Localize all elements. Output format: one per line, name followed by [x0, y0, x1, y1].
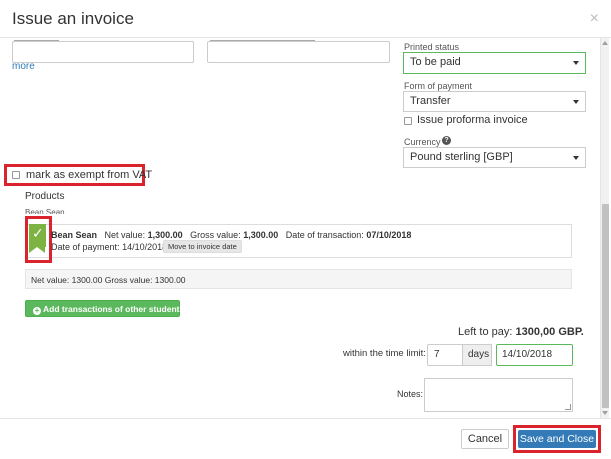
- scroll-down-icon[interactable]: [602, 411, 608, 415]
- net-value-label: Net value:: [104, 230, 146, 240]
- net-value: 1,300.00: [147, 230, 183, 240]
- chevron-down-icon: [573, 156, 579, 160]
- payment-date-label: Date of payment:: [51, 242, 120, 252]
- help-icon[interactable]: ?: [442, 136, 451, 145]
- save-and-close-button[interactable]: Save and Close: [518, 430, 596, 448]
- left-to-pay-value: 1300,00 GBP.: [515, 326, 584, 338]
- notes-textarea[interactable]: [424, 378, 573, 412]
- gross-value: 1,300.00: [243, 230, 279, 240]
- printed-status-select[interactable]: To be paid: [403, 52, 586, 74]
- cancel-button[interactable]: Cancel: [461, 429, 509, 449]
- student-group-label: Bean Sean: [25, 209, 65, 214]
- ribbon-highlight-box: [25, 216, 52, 263]
- add-transactions-label: Add transactions of other students: [43, 304, 185, 314]
- form-of-payment-label: Form of payment: [404, 81, 473, 91]
- add-transactions-button[interactable]: + Add transactions of other students: [25, 300, 184, 317]
- days-input[interactable]: 7: [427, 344, 463, 366]
- resize-grip-icon[interactable]: [565, 404, 571, 410]
- time-limit-label: within the time limit:: [343, 348, 426, 359]
- dialog-footer: Cancel Save and Close: [0, 418, 611, 459]
- notes-label: Notes:: [397, 389, 424, 399]
- close-icon[interactable]: ×: [590, 10, 599, 28]
- products-heading: Products: [25, 191, 65, 202]
- dialog-header: Issue an invoice ×: [0, 0, 611, 38]
- currency-select[interactable]: Pound sterling [GBP]: [403, 147, 586, 168]
- left-to-pay: Left to pay: 1300,00 GBP.: [458, 326, 584, 338]
- product-student-name: Bean Sean: [51, 230, 98, 240]
- printed-status-label: Printed status: [404, 42, 460, 52]
- top-middle-input[interactable]: [207, 41, 390, 63]
- products-summary: Net value: 1300.00 Gross value: 1300.00: [25, 269, 572, 289]
- more-link[interactable]: more: [12, 61, 35, 72]
- product-line-2: Date of payment: 14/10/2018: [51, 242, 167, 252]
- chevron-down-icon: [573, 61, 579, 65]
- days-unit-addon: days: [462, 344, 492, 366]
- form-of-payment-value: Transfer: [410, 95, 451, 107]
- dialog-title: Issue an invoice: [12, 9, 134, 28]
- left-to-pay-label: Left to pay:: [458, 326, 513, 338]
- scroll-up-icon[interactable]: [602, 41, 608, 45]
- transaction-date: 07/10/2018: [366, 230, 412, 240]
- top-left-input[interactable]: [12, 41, 194, 63]
- due-date-input[interactable]: 14/10/2018: [496, 344, 573, 366]
- body-scrollbar[interactable]: [600, 38, 609, 418]
- proforma-checkbox[interactable]: [404, 117, 412, 125]
- currency-label: Currency: [404, 137, 441, 147]
- scroll-thumb[interactable]: [602, 204, 609, 408]
- currency-value: Pound sterling [GBP]: [410, 151, 513, 163]
- vat-exempt-checkbox[interactable]: [12, 171, 20, 179]
- plus-circle-icon: +: [33, 306, 41, 315]
- gross-value-label: Gross value:: [190, 230, 241, 240]
- printed-status-value: To be paid: [410, 56, 461, 68]
- vat-exempt-label: mark as exempt from VAT: [26, 169, 153, 181]
- move-to-invoice-date-button[interactable]: Move to invoice date: [163, 240, 242, 253]
- payment-date: 14/10/2018: [122, 242, 168, 252]
- transaction-date-label: Date of transaction:: [285, 230, 364, 240]
- form-of-payment-select[interactable]: Transfer: [403, 91, 586, 112]
- chevron-down-icon: [573, 100, 579, 104]
- proforma-label: Issue proforma invoice: [417, 114, 528, 126]
- product-line-1: Bean Sean Net value: 1,300.00 Gross valu…: [51, 230, 411, 240]
